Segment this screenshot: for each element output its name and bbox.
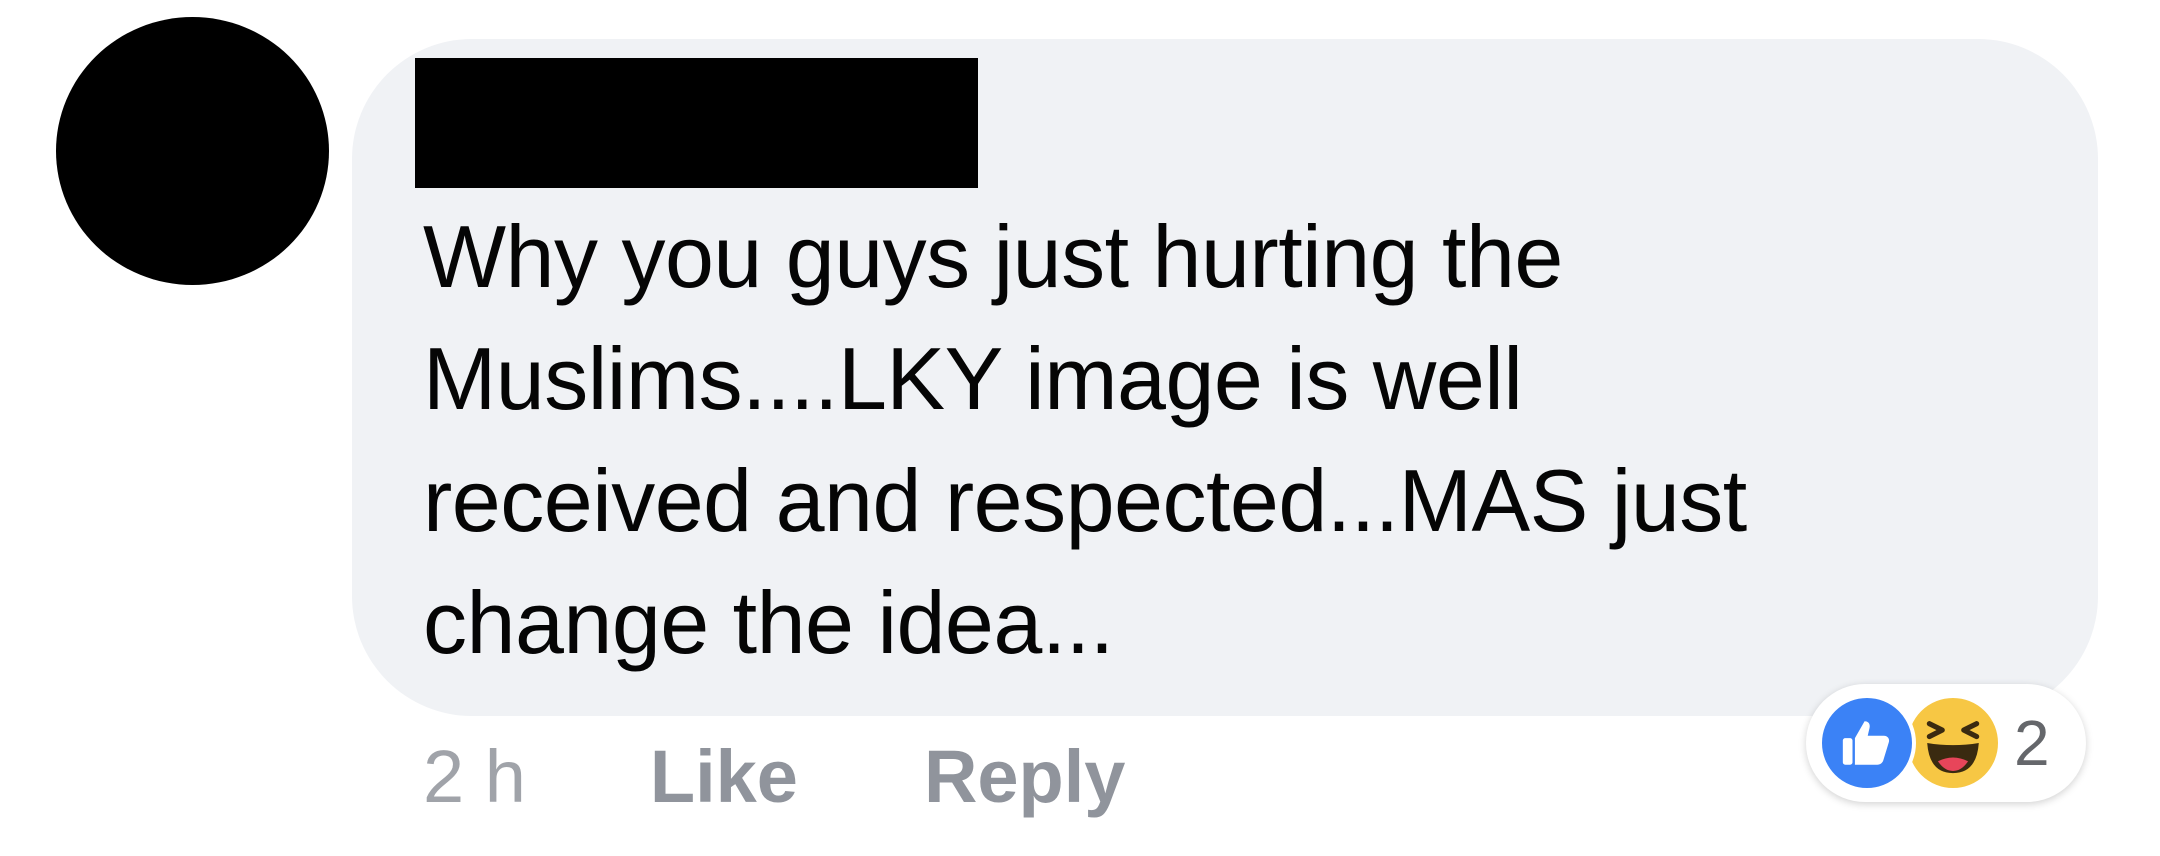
thumbs-up-glyph	[1842, 721, 1890, 765]
avatar[interactable]	[56, 17, 329, 285]
like-button[interactable]: Like	[650, 734, 798, 819]
laughing-face-glyph	[1926, 721, 1980, 774]
reply-button[interactable]: Reply	[924, 734, 1126, 819]
timestamp[interactable]: 2 h	[423, 734, 526, 819]
reactions-summary[interactable]: 2	[1806, 684, 2086, 802]
comment-text-line: Why you guys just hurting the	[423, 207, 1563, 306]
comment-page: Why you guys just hurting the Muslims...…	[0, 0, 2160, 856]
reaction-count: 2	[2014, 707, 2050, 779]
comment-text: Why you guys just hurting the Muslims...…	[423, 196, 2023, 684]
author-name-redacted[interactable]	[415, 58, 978, 188]
comment-text-line: change the idea...	[423, 573, 1114, 672]
thumbs-up-icon	[1818, 694, 1916, 792]
comment-text-line: Muslims....LKY image is well	[423, 329, 1523, 428]
comment-text-line: received and respected...MAS just	[423, 451, 1747, 550]
comment-actions: 2 h Like Reply	[423, 726, 1125, 826]
laughing-face-icon	[1904, 694, 2002, 792]
